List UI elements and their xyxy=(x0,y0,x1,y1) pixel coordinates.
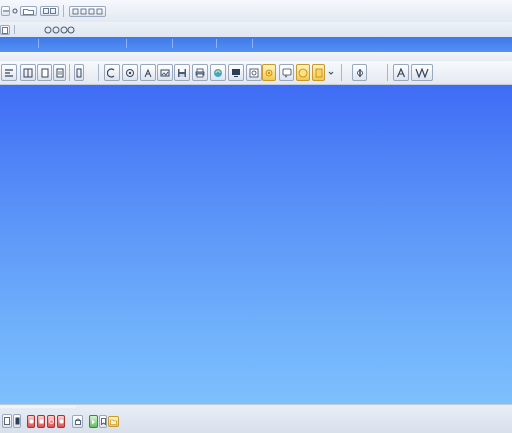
quick-access-button[interactable] xyxy=(40,6,59,16)
folder-icon[interactable] xyxy=(20,6,37,16)
scroll-track[interactable] xyxy=(0,406,76,410)
tab-separator xyxy=(216,39,217,48)
monitor-icon[interactable] xyxy=(210,64,226,81)
play-icon[interactable] xyxy=(89,415,98,428)
cut-icon[interactable] xyxy=(104,64,120,81)
insert-image-icon[interactable] xyxy=(157,64,173,81)
circle-icon[interactable] xyxy=(11,6,19,16)
print-icon[interactable] xyxy=(192,64,208,81)
quick-access-bar xyxy=(0,22,512,37)
tab-separator xyxy=(38,39,39,48)
text-a-icon[interactable] xyxy=(393,64,409,81)
separator xyxy=(341,64,342,81)
stop-icon[interactable] xyxy=(37,415,45,428)
chart-icon[interactable] xyxy=(411,64,433,81)
title-bar xyxy=(0,0,512,23)
alert-icon[interactable] xyxy=(57,415,65,428)
pause-icon[interactable] xyxy=(47,415,55,428)
copy-icon[interactable] xyxy=(122,64,138,81)
image-icon[interactable] xyxy=(228,64,244,81)
speech-bubble-icon[interactable] xyxy=(279,64,294,81)
paste-icon[interactable] xyxy=(140,64,156,81)
align-left-icon[interactable] xyxy=(1,64,17,81)
quick-tools-group[interactable] xyxy=(42,25,76,35)
desktop-canvas[interactable] xyxy=(0,85,512,404)
separator xyxy=(98,64,99,81)
save-icon[interactable] xyxy=(174,64,190,81)
page-icon[interactable] xyxy=(13,414,21,428)
picture-icon[interactable] xyxy=(246,64,262,81)
document-icon[interactable] xyxy=(2,414,12,428)
text-cursor-icon[interactable] xyxy=(74,64,84,81)
tab-separator xyxy=(126,39,127,48)
separator xyxy=(63,5,64,17)
columns-icon[interactable] xyxy=(20,64,36,81)
marker-icon[interactable] xyxy=(352,64,367,81)
bookmark-icon[interactable] xyxy=(99,415,107,428)
separator xyxy=(387,64,388,81)
note-icon[interactable] xyxy=(312,64,325,81)
record-icon[interactable] xyxy=(27,415,35,428)
tab-separator xyxy=(252,39,253,48)
app-menu-icon[interactable] xyxy=(1,6,10,16)
page-icon[interactable] xyxy=(0,25,10,35)
page-alt-icon[interactable] xyxy=(53,64,66,81)
ribbon-tab-strip xyxy=(0,37,512,52)
tab-separator xyxy=(172,39,173,48)
lock-icon[interactable] xyxy=(72,415,83,428)
smiley-icon[interactable] xyxy=(296,64,310,81)
window-controls-group[interactable] xyxy=(69,6,106,17)
main-toolbar xyxy=(0,61,512,85)
ribbon-divider xyxy=(0,52,512,61)
page-icon[interactable] xyxy=(37,64,52,81)
folder-icon[interactable] xyxy=(108,416,119,427)
status-bar xyxy=(0,404,512,433)
separator xyxy=(14,25,15,34)
arrow-down-icon[interactable] xyxy=(325,64,336,81)
separator xyxy=(69,64,70,81)
sun-icon[interactable] xyxy=(262,64,276,81)
